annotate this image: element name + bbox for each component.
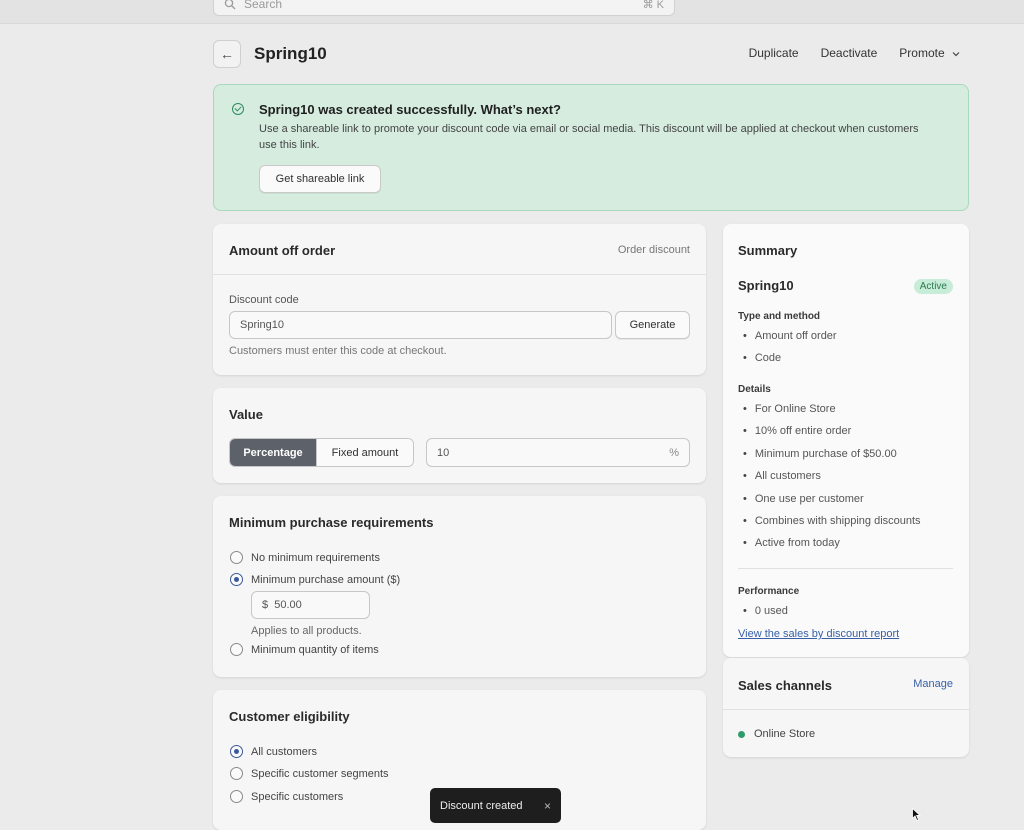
list-item: 10% off entire order <box>743 425 921 447</box>
deactivate-button[interactable]: Deactivate <box>821 46 878 60</box>
sales-channels-card: Sales channels Manage Online Store <box>723 658 969 757</box>
manage-link[interactable]: Manage <box>913 678 953 690</box>
close-icon[interactable]: × <box>544 799 551 813</box>
promote-button[interactable]: Promote <box>899 46 960 60</box>
radio-label: No minimum requirements <box>251 551 380 564</box>
details-list: For Online Store 10% off entire order Mi… <box>743 403 921 560</box>
list-item: For Online Store <box>743 403 921 425</box>
page-title: Spring10 <box>254 44 327 63</box>
search-icon <box>224 0 236 10</box>
banner-description: Use a shareable link to promote your dis… <box>259 123 919 151</box>
search-input[interactable]: Search ⌘ K <box>213 0 675 16</box>
radio-icon <box>230 790 243 803</box>
radio-icon <box>230 643 243 656</box>
summary-code: Spring10 <box>738 278 794 293</box>
discount-value-input[interactable]: 10 % <box>426 438 690 467</box>
discount-value: 10 <box>437 446 450 459</box>
minimum-purchase-card: Minimum purchase requirements No minimum… <box>213 496 706 677</box>
duplicate-button[interactable]: Duplicate <box>749 46 799 60</box>
details-label: Details <box>738 384 771 395</box>
minimum-amount-value: $ 50.00 <box>262 599 302 611</box>
discount-code-value: Spring10 <box>240 319 285 331</box>
channel-name: Online Store <box>754 728 816 740</box>
radio-icon <box>230 551 243 564</box>
card-title: Sales channels <box>738 678 832 693</box>
discount-code-input[interactable]: Spring10 <box>229 311 612 339</box>
card-title: Customer eligibility <box>229 709 350 724</box>
radio-all-customers[interactable]: All customers <box>230 745 317 758</box>
promote-label: Promote <box>899 46 945 60</box>
radio-no-minimum[interactable]: No minimum requirements <box>230 551 380 564</box>
generate-button[interactable]: Generate <box>615 311 690 339</box>
banner-title: Spring10 was created successfully. What’… <box>259 102 561 117</box>
top-bar: Search ⌘ K <box>0 0 1024 24</box>
list-item: One use per customer <box>743 493 921 515</box>
card-title: Value <box>229 407 263 422</box>
percent-suffix: % <box>669 446 679 459</box>
value-type-toggle: Percentage Fixed amount <box>229 438 414 467</box>
radio-label: Minimum quantity of items <box>251 643 379 656</box>
discount-type-hint: Order discount <box>617 244 690 256</box>
radio-label: Specific customer segments <box>251 767 389 780</box>
divider <box>213 274 706 275</box>
discount-code-help: Customers must enter this code at checko… <box>229 345 447 357</box>
radio-minimum-amount[interactable]: Minimum purchase amount ($) <box>230 573 400 586</box>
radio-selected-icon <box>230 573 243 586</box>
fixed-amount-option[interactable]: Fixed amount <box>316 439 413 466</box>
radio-specific-customers[interactable]: Specific customers <box>230 790 343 803</box>
get-shareable-link-button[interactable]: Get shareable link <box>259 165 381 193</box>
card-title: Minimum purchase requirements <box>229 515 434 530</box>
status-badge: Active <box>913 279 953 294</box>
divider <box>723 709 969 710</box>
type-list: Amount off order Code <box>743 330 837 375</box>
toast-text: Discount created <box>440 799 523 812</box>
divider <box>738 568 953 569</box>
back-button[interactable]: ← <box>213 40 241 68</box>
type-and-method-label: Type and method <box>738 311 821 322</box>
radio-minimum-quantity[interactable]: Minimum quantity of items <box>230 643 379 656</box>
performance-label: Performance <box>738 586 800 597</box>
radio-icon <box>230 767 243 780</box>
toast-notification: Discount created × <box>430 788 561 823</box>
search-placeholder: Search <box>244 0 283 11</box>
card-title: Summary <box>738 243 798 258</box>
search-shortcut: ⌘ K <box>642 0 664 11</box>
radio-selected-icon <box>230 745 243 758</box>
header-actions: Duplicate Deactivate Promote <box>749 46 960 60</box>
discount-code-label: Discount code <box>229 294 299 306</box>
success-banner: Spring10 was created successfully. What’… <box>213 84 969 211</box>
minimum-amount-input[interactable]: $ 50.00 <box>251 591 370 619</box>
card-title: Amount off order <box>229 243 336 258</box>
value-card: Value Percentage Fixed amount 10 % <box>213 388 706 483</box>
radio-label: All customers <box>251 745 318 758</box>
list-item: Amount off order <box>743 330 837 352</box>
status-dot-icon <box>738 730 745 738</box>
mouse-cursor-icon <box>912 808 921 821</box>
list-item: Code <box>743 352 837 374</box>
list-item: 0 used <box>743 605 788 627</box>
list-item: Combines with shipping discounts <box>743 515 921 537</box>
summary-card: Summary Spring10 Active Type and method … <box>723 224 969 657</box>
radio-customer-segments[interactable]: Specific customer segments <box>230 767 389 780</box>
list-item: All customers <box>743 470 921 492</box>
list-item: Minimum purchase of $50.00 <box>743 448 921 470</box>
sales-report-link[interactable]: View the sales by discount report <box>738 628 899 640</box>
amount-off-order-card: Amount off order Order discount Discount… <box>213 224 706 375</box>
radio-label: Specific customers <box>251 790 344 803</box>
percentage-option[interactable]: Percentage <box>230 439 316 466</box>
arrow-left-icon: ← <box>220 46 234 62</box>
chevron-down-icon <box>952 52 960 57</box>
channel-item: Online Store <box>738 728 815 740</box>
performance-list: 0 used <box>743 605 788 627</box>
applies-note: Applies to all products. <box>251 625 362 637</box>
radio-label: Minimum purchase amount ($) <box>251 573 401 586</box>
check-circle-icon <box>232 103 244 115</box>
list-item: Active from today <box>743 537 921 559</box>
